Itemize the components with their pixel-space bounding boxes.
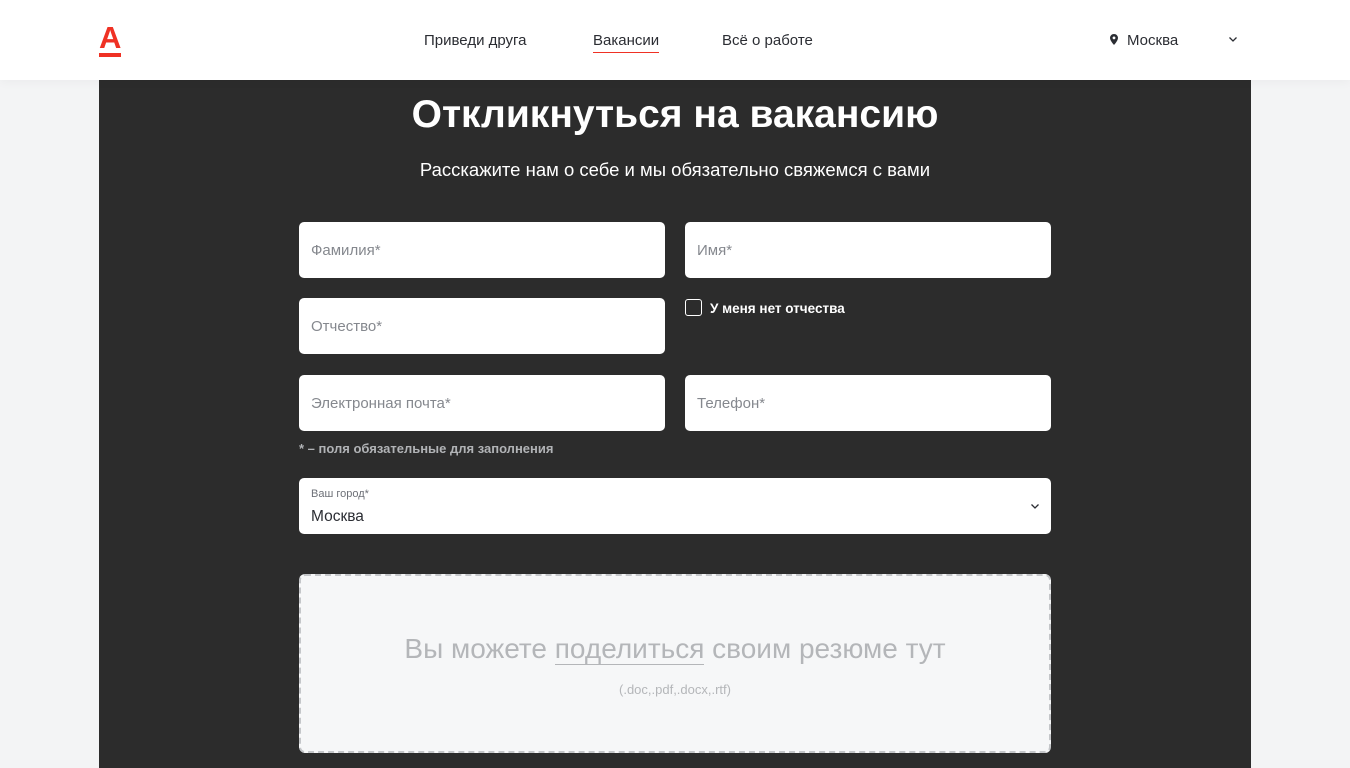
resume-formats: (.doc,.pdf,.docx,.rtf) [619,682,731,697]
resume-dropzone-text: Вы можете поделиться своим резюме тут [301,631,1049,667]
location-pin-icon [1110,34,1118,45]
email-field [299,375,665,431]
resume-dropzone[interactable]: Вы можете поделиться своим резюме тут (.… [299,574,1051,753]
city-field-label: Ваш город* [311,488,369,500]
required-fields-note: * – поля обязательные для заполнения [299,441,554,456]
city-label-text: Ваш город [311,488,365,500]
application-panel: Откликнуться на вакансию Расскажите нам … [99,80,1251,768]
header-city-name: Москва [1127,32,1179,49]
email-input[interactable] [299,375,665,431]
surname-input[interactable] [299,222,665,278]
city-required-mark: * [364,488,369,500]
phone-input[interactable] [685,375,1051,431]
site-header: А Приведи друга Вакансии Всё о работе Мо… [0,0,1350,80]
nav-link-vacancies[interactable]: Вакансии [593,30,660,53]
page: А Приведи друга Вакансии Всё о работе Мо… [0,0,1350,768]
page-subtitle: Расскажите нам о себе и мы обязательно с… [419,159,931,180]
no-patronymic-checkbox[interactable] [685,299,702,316]
patronymic-input[interactable] [299,298,665,354]
chevron-down-icon [1229,37,1237,42]
surname-field [299,222,665,278]
patronymic-field [299,298,665,354]
resume-text-before: Вы можете [404,633,555,664]
resume-upload-link[interactable]: поделиться [554,633,705,665]
name-input[interactable] [685,222,1051,278]
chevron-down-icon [1031,504,1039,509]
header-city-select[interactable]: Москва [1108,29,1243,53]
nav-link-refer-friend[interactable]: Приведи друга [424,30,527,52]
phone-field [685,375,1051,431]
city-dropdown[interactable]: Ваш город* Москва [299,478,1051,534]
page-title: Откликнуться на вакансию [411,93,939,136]
no-patronymic-label: У меня нет отчества [710,301,845,316]
name-field [685,222,1051,278]
city-field-value: Москва [311,508,364,525]
nav-link-about-work[interactable]: Всё о работе [722,30,813,52]
resume-text-after: своим резюме тут [704,633,946,664]
